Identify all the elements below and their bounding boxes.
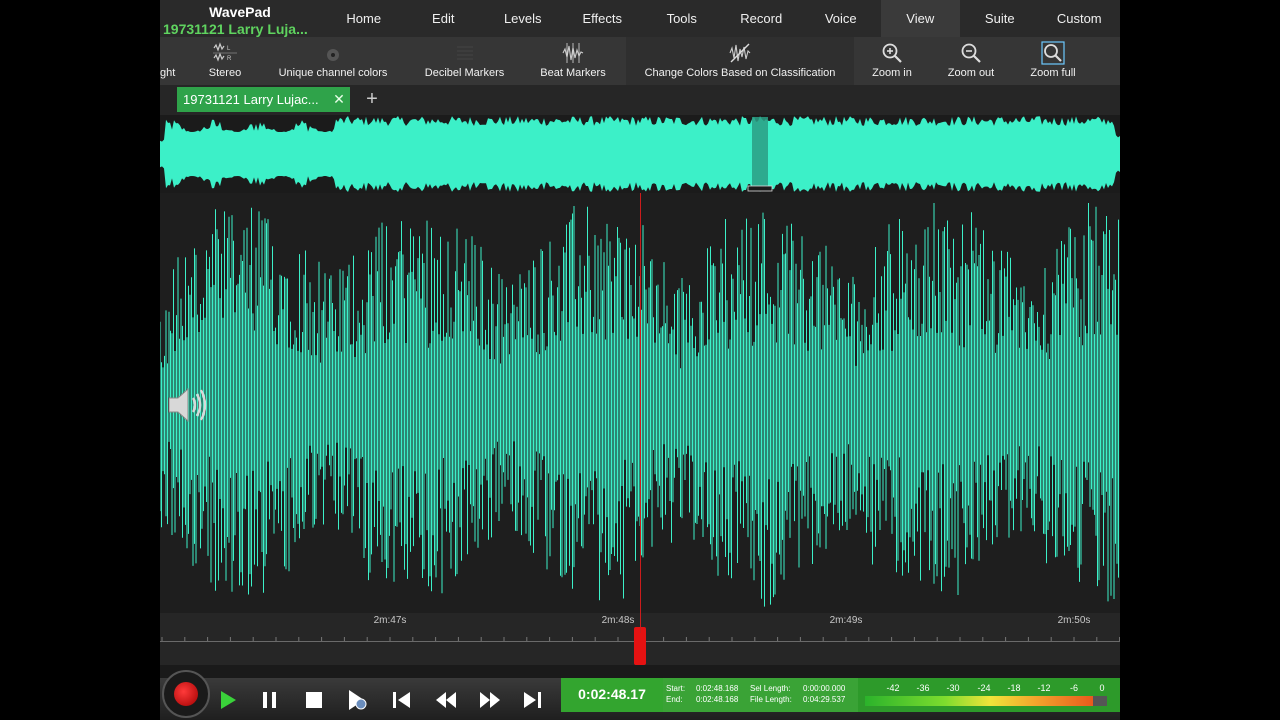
overview-view-window[interactable] xyxy=(752,117,768,189)
db-label: -36 xyxy=(916,683,930,693)
skip-end-icon xyxy=(524,692,541,708)
file-name: 19731121 Larry Luja... xyxy=(163,21,308,37)
menu-view[interactable]: View xyxy=(880,0,960,37)
zoom-out-label: Zoom out xyxy=(947,67,995,79)
decibel-markers-label: Decibel Markers xyxy=(424,67,505,79)
decibel-markers-icon xyxy=(456,46,473,60)
zoom-full-label: Zoom full xyxy=(1030,67,1076,79)
beat-markers-label: Beat Markers xyxy=(540,67,606,79)
menu-tools[interactable]: Tools xyxy=(642,0,722,37)
pause-icon xyxy=(263,692,276,708)
fast-forward-icon xyxy=(480,692,500,708)
end-label: End: xyxy=(666,695,683,704)
change-colors-classification-button[interactable]: Change Colors Based on Classification xyxy=(634,37,846,85)
fast-forward-button[interactable] xyxy=(470,682,510,718)
menu-record[interactable]: Record xyxy=(722,0,802,37)
unique-channel-colors-label: Unique channel colors xyxy=(278,67,388,79)
scrub-play-icon xyxy=(349,690,367,710)
stereo-label: Stereo xyxy=(208,67,242,79)
db-label: -12 xyxy=(1037,683,1051,693)
sel-length-value: 0:00:00.000 xyxy=(803,684,846,693)
svg-text:R: R xyxy=(227,56,232,62)
beat-markers-button[interactable]: Beat Markers xyxy=(532,37,614,85)
stereo-button[interactable]: L R Stereo xyxy=(200,37,250,85)
menu-bar: WavePad 19731121 Larry Luja... Home Edit… xyxy=(160,0,1120,37)
horizontal-scrollbar[interactable] xyxy=(160,665,1120,678)
stereo-icon: L R xyxy=(213,42,237,62)
change-colors-classification-label: Change Colors Based on Classification xyxy=(644,67,836,79)
db-label: -18 xyxy=(1007,683,1021,693)
pause-button[interactable] xyxy=(250,682,290,718)
play-button[interactable] xyxy=(208,682,248,718)
sel-length-label: Sel Length: xyxy=(750,684,791,693)
db-label: -42 xyxy=(886,683,900,693)
play-icon xyxy=(221,691,236,709)
document-tab-label: 19731121 Larry Lujac... xyxy=(183,92,319,107)
skip-start-icon xyxy=(393,692,410,708)
menu-levels[interactable]: Levels xyxy=(483,0,563,37)
zoom-out-button[interactable]: Zoom out xyxy=(940,37,1002,85)
menu-home[interactable]: Home xyxy=(324,0,404,37)
menu-edit[interactable]: Edit xyxy=(404,0,484,37)
time-display-box: 0:02:48.17 xyxy=(561,678,663,712)
menu-custom[interactable]: Custom xyxy=(1040,0,1120,37)
db-label: -6 xyxy=(1069,683,1079,693)
wavepad-window: WavePad 19731121 Larry Luja... Home Edit… xyxy=(160,0,1120,720)
close-tab-icon[interactable]: ✕ xyxy=(332,91,346,107)
end-value: 0:02:48.168 xyxy=(696,695,739,704)
document-tab[interactable]: 19731121 Larry Lujac... ✕ xyxy=(177,87,350,112)
document-tab-bar: 19731121 Larry Lujac... ✕ + xyxy=(160,85,1120,115)
transport-bar: 0:02:48.17 Start: 0:02:48.168 End: 0:02:… xyxy=(160,670,1120,720)
level-meter: -42 -36 -30 -24 -18 -12 -6 0 xyxy=(858,678,1120,712)
start-value: 0:02:48.168 xyxy=(696,684,739,693)
beat-markers-icon xyxy=(562,43,584,63)
menu-suite[interactable]: Suite xyxy=(960,0,1040,37)
stop-icon xyxy=(306,692,322,708)
menu-list: Home Edit Levels Effects Tools Record Vo… xyxy=(324,0,1119,37)
unique-channel-colors-button[interactable]: Unique channel colors xyxy=(270,37,396,85)
color-palette-icon xyxy=(327,49,339,61)
db-label: -24 xyxy=(977,683,991,693)
go-to-end-button[interactable] xyxy=(512,682,552,718)
zoom-out-icon xyxy=(961,43,981,63)
view-toolbar: ght L R Stereo Unique channel colors Dec… xyxy=(160,37,1120,86)
zoom-in-button[interactable]: Zoom in xyxy=(862,37,922,85)
menu-voice[interactable]: Voice xyxy=(801,0,881,37)
overview-waveform[interactable] xyxy=(160,115,1120,193)
playhead-line xyxy=(640,193,641,633)
app-name: WavePad xyxy=(209,4,271,20)
zoom-in-icon xyxy=(882,43,902,63)
rewind-icon xyxy=(436,692,456,708)
go-to-start-button[interactable] xyxy=(382,682,422,718)
svg-text:L: L xyxy=(227,46,231,52)
zoom-full-button[interactable]: Zoom full xyxy=(1022,37,1084,85)
file-length-value: 0:04:29.537 xyxy=(803,695,846,704)
db-label: 0 xyxy=(1099,683,1105,693)
record-icon xyxy=(174,682,198,706)
overview-window-handle[interactable] xyxy=(747,185,773,192)
menu-effects[interactable]: Effects xyxy=(563,0,643,37)
add-tab-button[interactable]: + xyxy=(362,89,382,109)
db-label: -30 xyxy=(946,683,960,693)
classification-colors-icon xyxy=(729,43,751,63)
level-meter-fill xyxy=(865,696,1093,706)
zoom-full-icon xyxy=(1041,41,1065,65)
current-time: 0:02:48.17 xyxy=(578,686,646,702)
truncated-tool[interactable]: ght xyxy=(160,37,180,85)
zoom-in-label: Zoom in xyxy=(872,67,912,79)
stop-button[interactable] xyxy=(294,682,334,718)
speaker-volume-icon[interactable] xyxy=(166,382,212,428)
overview-wave-path xyxy=(160,116,1120,192)
rewind-button[interactable] xyxy=(426,682,466,718)
start-label: Start: xyxy=(666,684,686,693)
decibel-markers-button[interactable]: Decibel Markers xyxy=(412,37,517,85)
truncated-tool-label: ght xyxy=(160,67,176,79)
level-meter-empty xyxy=(1093,696,1107,706)
overview-waveform-svg xyxy=(160,116,1120,192)
selection-info: Start: 0:02:48.168 End: 0:02:48.168 Sel … xyxy=(663,678,858,712)
record-button[interactable] xyxy=(162,670,210,718)
scrub-play-button[interactable] xyxy=(338,682,378,718)
file-length-label: File Length: xyxy=(750,695,792,704)
